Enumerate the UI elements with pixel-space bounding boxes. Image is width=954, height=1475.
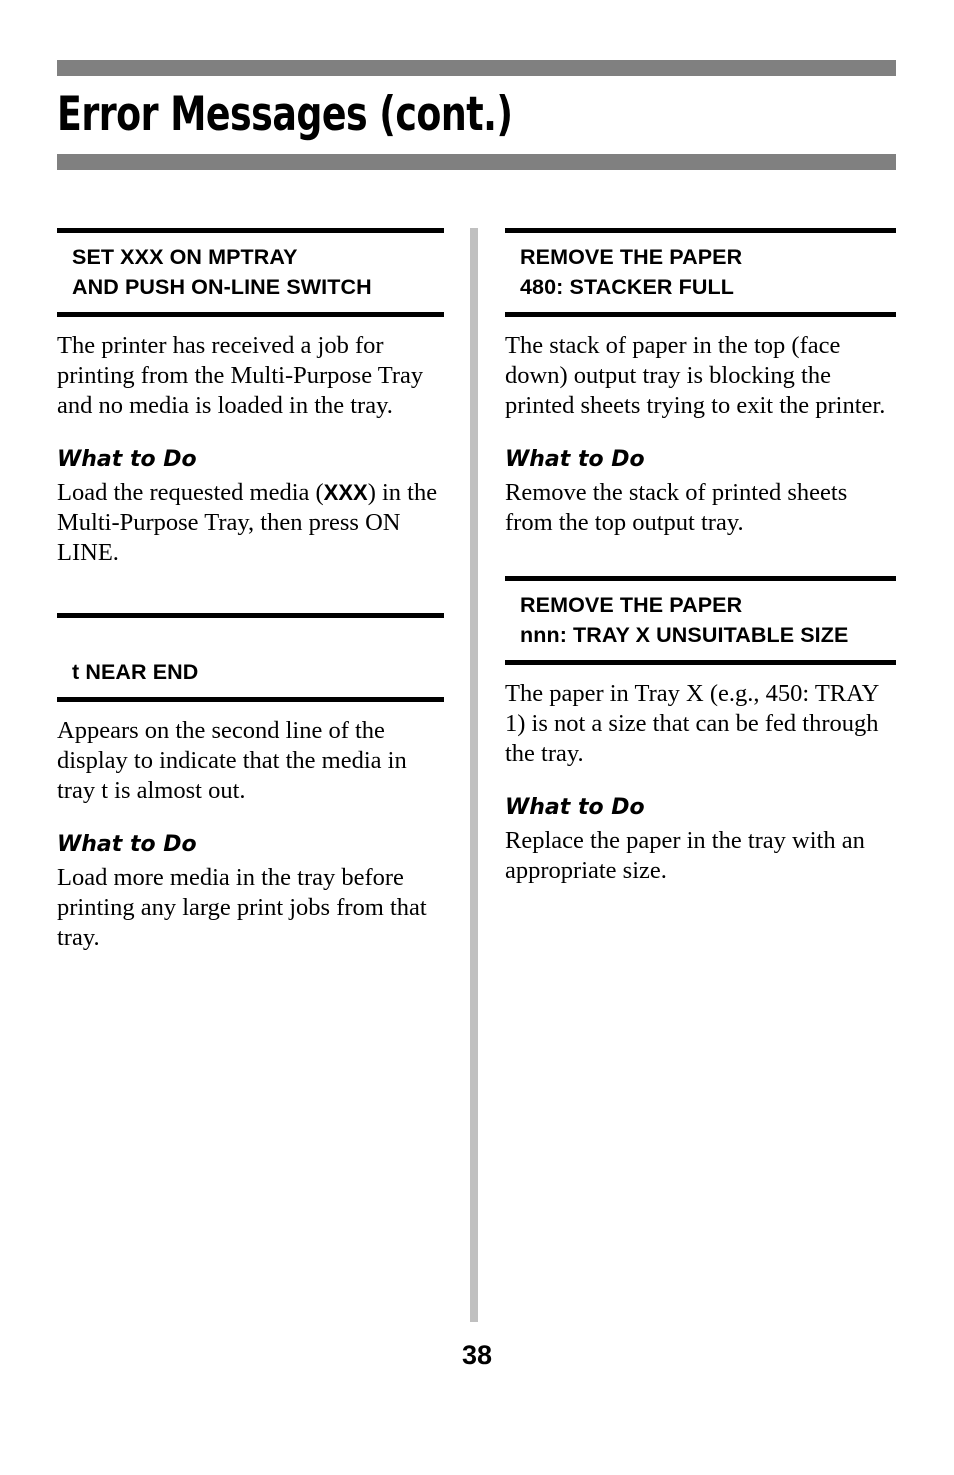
- error-description: Appears on the second line of the displa…: [57, 717, 407, 804]
- error-message-body: The printer has received a job for print…: [57, 317, 444, 568]
- heading-line: nnn: TRAY X UNSUITABLE SIZE: [520, 623, 849, 647]
- what-to-do-label: What to Do: [57, 447, 197, 472]
- page-title: Error Messages (cont.): [57, 87, 513, 142]
- error-message-heading: REMOVE THE PAPER nnn: TRAY X UNSUITABLE …: [505, 581, 896, 660]
- page-masthead: Error Messages (cont.): [57, 60, 896, 170]
- what-to-do-label: What to Do: [505, 795, 645, 820]
- error-description: The paper in Tray X (e.g., 450: TRAY 1) …: [505, 680, 879, 767]
- masthead-top-bar: [57, 60, 896, 76]
- action-code-token: XXX: [323, 480, 368, 505]
- error-message-block: REMOVE THE PAPER 480: STACKER FULL The s…: [505, 228, 896, 538]
- what-to-do-action: Replace the paper in the tray with an ap…: [505, 827, 865, 884]
- error-description: The stack of paper in the top (face down…: [505, 332, 886, 419]
- error-message-body: Appears on the second line of the displa…: [57, 702, 444, 953]
- action-text-pre: Load the requested media (: [57, 479, 324, 506]
- heading-line: REMOVE THE PAPER: [520, 245, 743, 269]
- page-number: 38: [461, 1340, 493, 1370]
- heading-line: REMOVE THE PAPER: [520, 593, 743, 617]
- heading-line: 480: STACKER FULL: [520, 275, 734, 299]
- what-to-do-action: Load the requested media (XXX) in the Mu…: [57, 478, 444, 568]
- column-divider: [470, 228, 478, 1322]
- what-to-do-label: What to Do: [57, 832, 197, 857]
- heading-line: SET XXX ON MPTRAY: [72, 245, 298, 269]
- error-description: The printer has received a job for print…: [57, 332, 424, 419]
- error-message-heading: SET XXX ON MPTRAY AND PUSH ON-LINE SWITC…: [57, 233, 444, 312]
- error-message-block: t NEAR END Appears on the second line of…: [57, 613, 444, 953]
- masthead-bottom-bar: [57, 154, 896, 170]
- document-page: Error Messages (cont.) SET XXX ON MPTRAY…: [0, 0, 954, 1475]
- error-message-heading: REMOVE THE PAPER 480: STACKER FULL: [505, 233, 896, 312]
- what-to-do-action: Remove the stack of printed sheets from …: [505, 479, 848, 536]
- error-message-body: The stack of paper in the top (face down…: [505, 317, 896, 538]
- heading-line: AND PUSH ON-LINE SWITCH: [72, 275, 372, 299]
- error-message-body: The paper in Tray X (e.g., 450: TRAY 1) …: [505, 665, 896, 886]
- right-column: REMOVE THE PAPER 480: STACKER FULL The s…: [505, 228, 896, 886]
- error-message-heading: t NEAR END: [57, 618, 444, 697]
- error-message-block: REMOVE THE PAPER nnn: TRAY X UNSUITABLE …: [505, 576, 896, 886]
- what-to-do-label: What to Do: [505, 447, 645, 472]
- left-column: SET XXX ON MPTRAY AND PUSH ON-LINE SWITC…: [57, 228, 444, 953]
- what-to-do-action: Load more media in the tray before print…: [57, 864, 427, 951]
- heading-line: t NEAR END: [72, 660, 199, 684]
- error-message-block: SET XXX ON MPTRAY AND PUSH ON-LINE SWITC…: [57, 228, 444, 568]
